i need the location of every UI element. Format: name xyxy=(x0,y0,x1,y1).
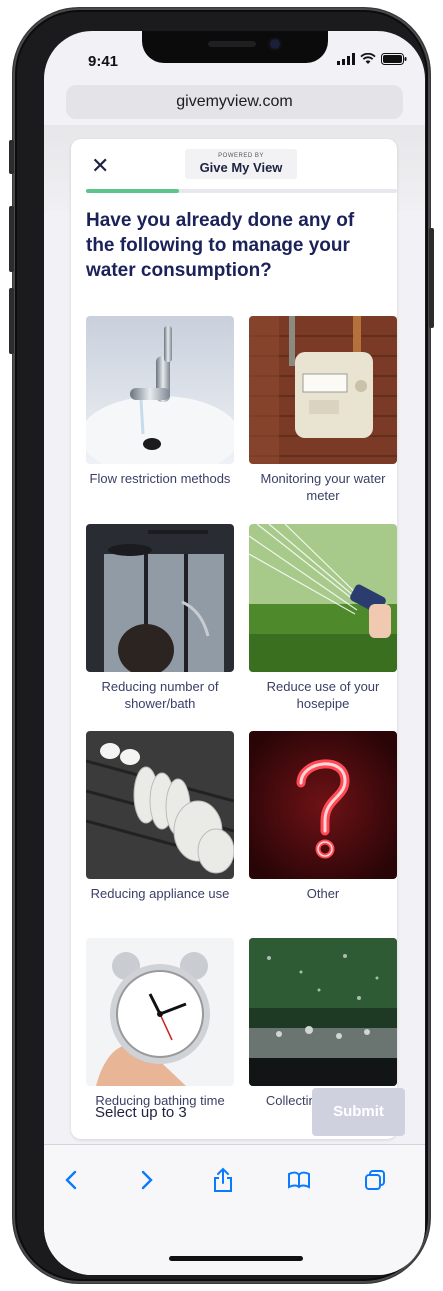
option-card[interactable]: Other xyxy=(249,731,397,902)
selection-hint: Select up to 3 xyxy=(95,1104,187,1121)
option-card[interactable]: Reducing appliance use xyxy=(86,731,234,902)
phone-screen: 9:41 givemyview.com ✕ POWERED BY Give My… xyxy=(44,31,425,1275)
share-icon[interactable] xyxy=(208,1165,238,1195)
option-card[interactable]: Reducing bathing time xyxy=(86,938,234,1109)
front-camera xyxy=(270,39,280,49)
rainwater-photo xyxy=(249,938,397,1086)
submit-button[interactable]: Submit xyxy=(312,1088,405,1136)
wifi-icon xyxy=(360,53,376,64)
progress-bar-fill xyxy=(86,189,180,193)
option-label: Reducing number of shower/bath xyxy=(101,679,219,711)
volume-down-button xyxy=(9,288,14,354)
give-my-view-logo: POWERED BY Give My View xyxy=(185,149,297,179)
status-time: 9:41 xyxy=(88,53,119,70)
status-icons xyxy=(337,53,407,65)
option-card[interactable]: Collecting rainwater xyxy=(249,938,397,1109)
home-indicator xyxy=(169,1256,303,1261)
option-label: Reduce use of your hosepipe xyxy=(266,679,380,711)
address-bar[interactable]: givemyview.com xyxy=(66,85,403,119)
option-label: Other xyxy=(306,886,340,901)
notch xyxy=(142,31,328,63)
option-label: Flow restriction methods xyxy=(89,471,231,486)
question-title: Have you already done any of the followi… xyxy=(86,210,355,281)
tap-photo xyxy=(86,316,234,464)
option-label: Reducing appliance use xyxy=(90,886,230,901)
shower-photo xyxy=(86,524,234,672)
neon-question-mark-photo xyxy=(249,731,397,879)
cellular-signal-icon xyxy=(337,53,355,65)
battery-icon xyxy=(381,53,407,65)
speaker xyxy=(208,41,256,47)
forward-icon[interactable] xyxy=(132,1165,162,1195)
progress-bar xyxy=(86,189,397,193)
powered-by-label: POWERED BY xyxy=(218,153,264,159)
silent-switch xyxy=(9,140,14,174)
survey-card: ✕ POWERED BY Give My View Have you alrea… xyxy=(71,139,405,1139)
alarm-clock-photo xyxy=(86,938,234,1086)
option-card[interactable]: Reduce use of your hosepipe xyxy=(249,524,397,712)
tabs-icon[interactable] xyxy=(360,1165,390,1195)
power-button xyxy=(429,228,434,328)
brand-name: Give My View xyxy=(199,160,283,175)
hosepipe-photo xyxy=(249,524,397,672)
close-icon[interactable]: ✕ xyxy=(91,155,109,177)
back-icon[interactable] xyxy=(56,1165,86,1195)
bookmarks-icon[interactable] xyxy=(284,1165,314,1195)
option-card[interactable]: Flow restriction methods xyxy=(86,316,234,487)
option-card[interactable]: Reducing number of shower/bath xyxy=(86,524,234,712)
option-label: Monitoring your water meter xyxy=(260,471,386,503)
option-card[interactable]: Monitoring your water meter xyxy=(249,316,397,504)
volume-up-button xyxy=(9,206,14,272)
water-meter-photo xyxy=(249,316,397,464)
dishwasher-photo xyxy=(86,731,234,879)
